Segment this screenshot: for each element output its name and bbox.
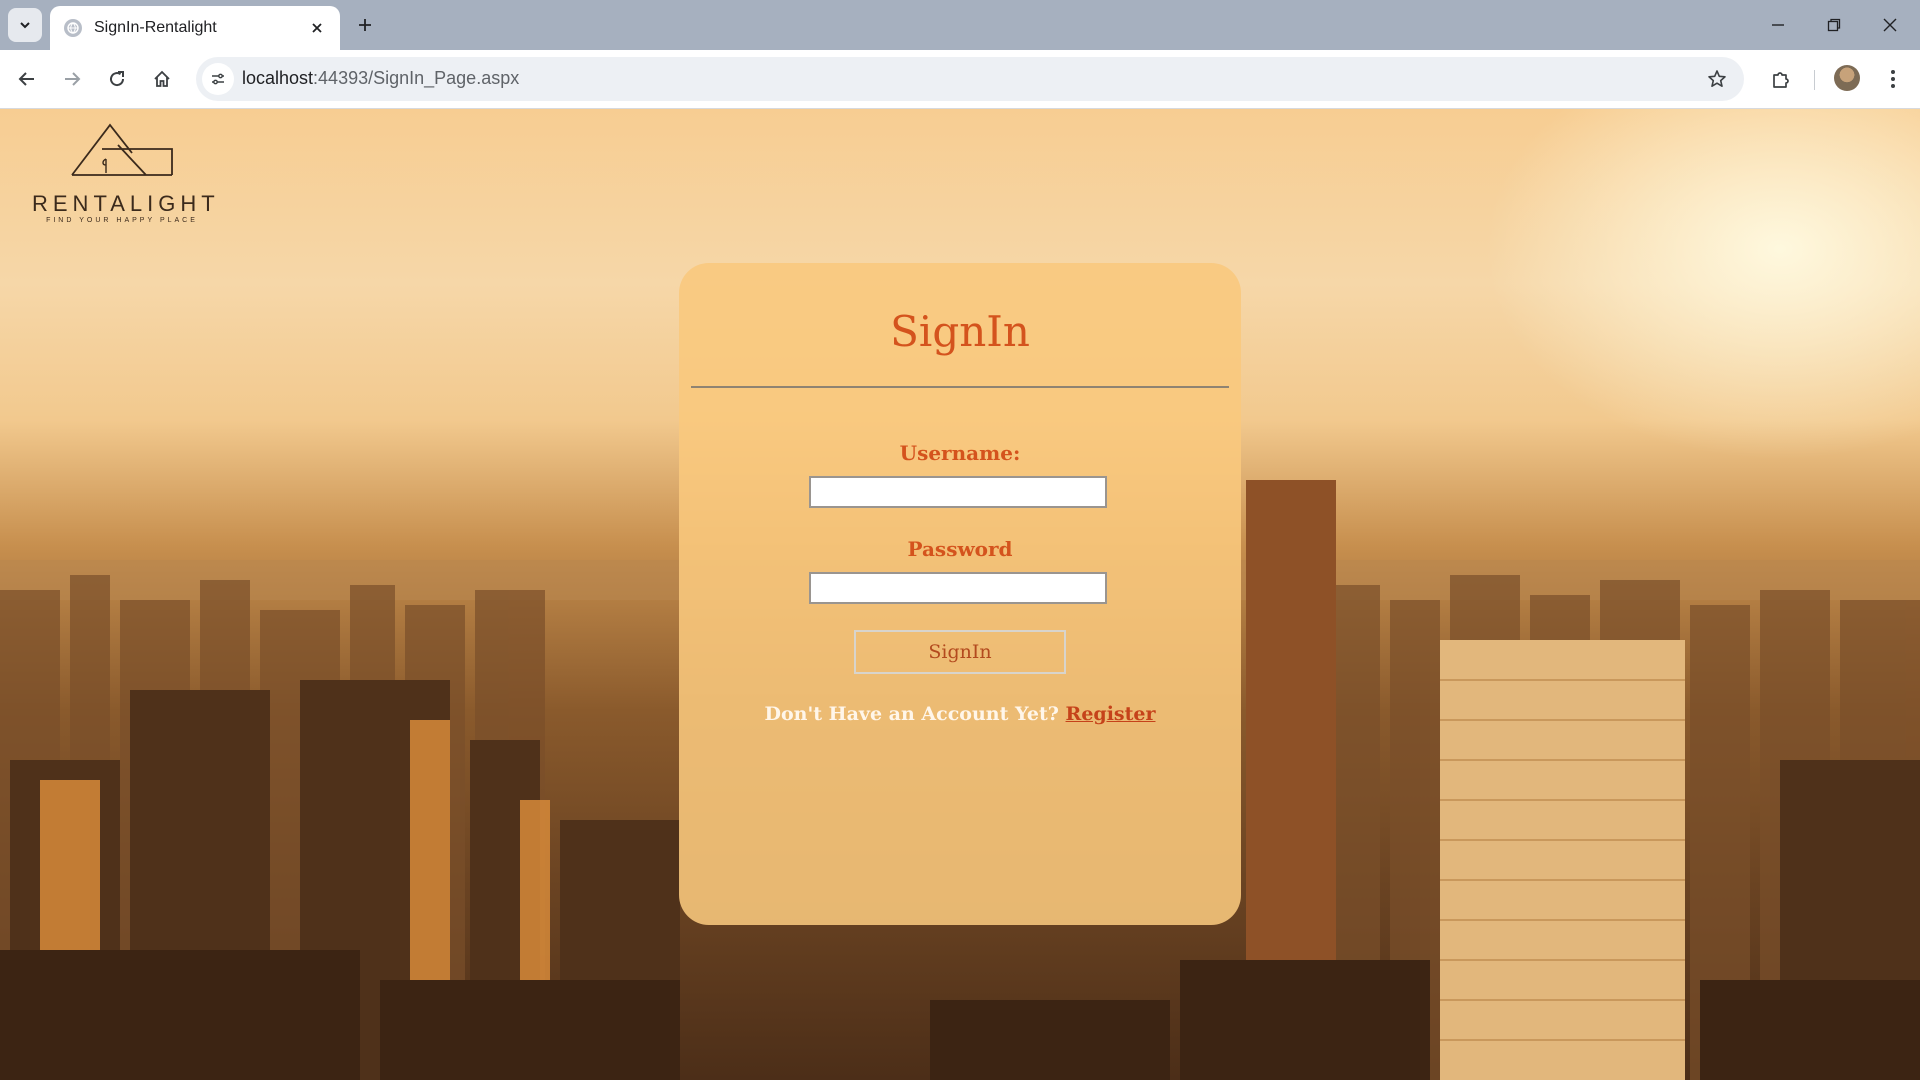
globe-icon <box>64 19 82 37</box>
star-icon <box>1708 70 1726 87</box>
signin-card: SignIn Username: Password SignIn Don't H… <box>679 263 1241 925</box>
restore-icon <box>1827 18 1841 32</box>
home-button[interactable] <box>145 62 179 96</box>
reload-icon <box>110 71 125 87</box>
url-path: :44393/SignIn_Page.aspx <box>313 68 520 88</box>
address-bar[interactable]: localhost:44393/SignIn_Page.aspx <box>196 57 1744 101</box>
kebab-icon <box>1891 70 1895 88</box>
signin-title: SignIn <box>890 307 1030 356</box>
plus-icon <box>359 19 371 31</box>
browser-toolbar: localhost:44393/SignIn_Page.aspx <box>0 50 1920 109</box>
forward-button[interactable] <box>55 62 89 96</box>
arrow-left-icon <box>18 72 34 86</box>
username-input[interactable] <box>811 478 1105 506</box>
signin-button[interactable]: SignIn <box>854 630 1066 674</box>
tab-strip: SignIn-Rentalight <box>0 0 1920 50</box>
profile-avatar[interactable] <box>1834 65 1860 91</box>
back-button[interactable] <box>10 62 44 96</box>
url-host: localhost <box>242 68 314 88</box>
puzzle-icon <box>1773 72 1789 88</box>
logo-brand-name: RENTALIGHT <box>32 191 220 216</box>
arrow-right-icon <box>65 72 81 86</box>
new-tab-button[interactable] <box>350 10 380 40</box>
toolbar-divider <box>1814 70 1815 90</box>
url-text: localhost:44393/SignIn_Page.aspx <box>242 68 519 89</box>
reload-button[interactable] <box>100 62 134 96</box>
home-icon <box>154 70 170 87</box>
password-field-box <box>809 572 1107 604</box>
minimize-button[interactable] <box>1750 0 1806 50</box>
register-prompt-text: Don't Have an Account Yet? <box>764 703 1059 725</box>
restore-button[interactable] <box>1806 0 1862 50</box>
house-tent-logo-icon <box>71 123 173 176</box>
tab-list-button[interactable] <box>8 8 42 42</box>
register-prompt: Don't Have an Account Yet? Register <box>679 703 1241 725</box>
password-label: Password <box>907 537 1013 561</box>
tune-icon <box>212 73 224 85</box>
browser-menu-button[interactable] <box>1878 62 1908 96</box>
window-close-button[interactable] <box>1862 0 1918 50</box>
title-divider <box>691 386 1229 388</box>
rentalight-logo[interactable]: RENTALIGHT FIND YOUR HAPPY PLACE <box>32 115 220 225</box>
minimize-icon <box>1772 24 1784 26</box>
logo-tagline: FIND YOUR HAPPY PLACE <box>46 217 198 224</box>
register-link[interactable]: Register <box>1066 703 1156 725</box>
page-viewport: RENTALIGHT FIND YOUR HAPPY PLACE SignIn … <box>0 109 1920 1080</box>
username-label: Username: <box>899 441 1021 465</box>
password-input[interactable] <box>811 574 1105 602</box>
close-icon <box>1883 18 1897 32</box>
tab-title: SignIn-Rentalight <box>94 19 217 36</box>
username-field-box <box>809 476 1107 508</box>
browser-tab[interactable]: SignIn-Rentalight <box>50 6 340 50</box>
extensions-button[interactable] <box>1764 62 1798 96</box>
bookmark-button[interactable] <box>1704 66 1730 92</box>
chevron-down-icon <box>20 22 30 29</box>
site-info-button[interactable] <box>202 63 234 95</box>
close-icon[interactable] <box>304 15 330 41</box>
